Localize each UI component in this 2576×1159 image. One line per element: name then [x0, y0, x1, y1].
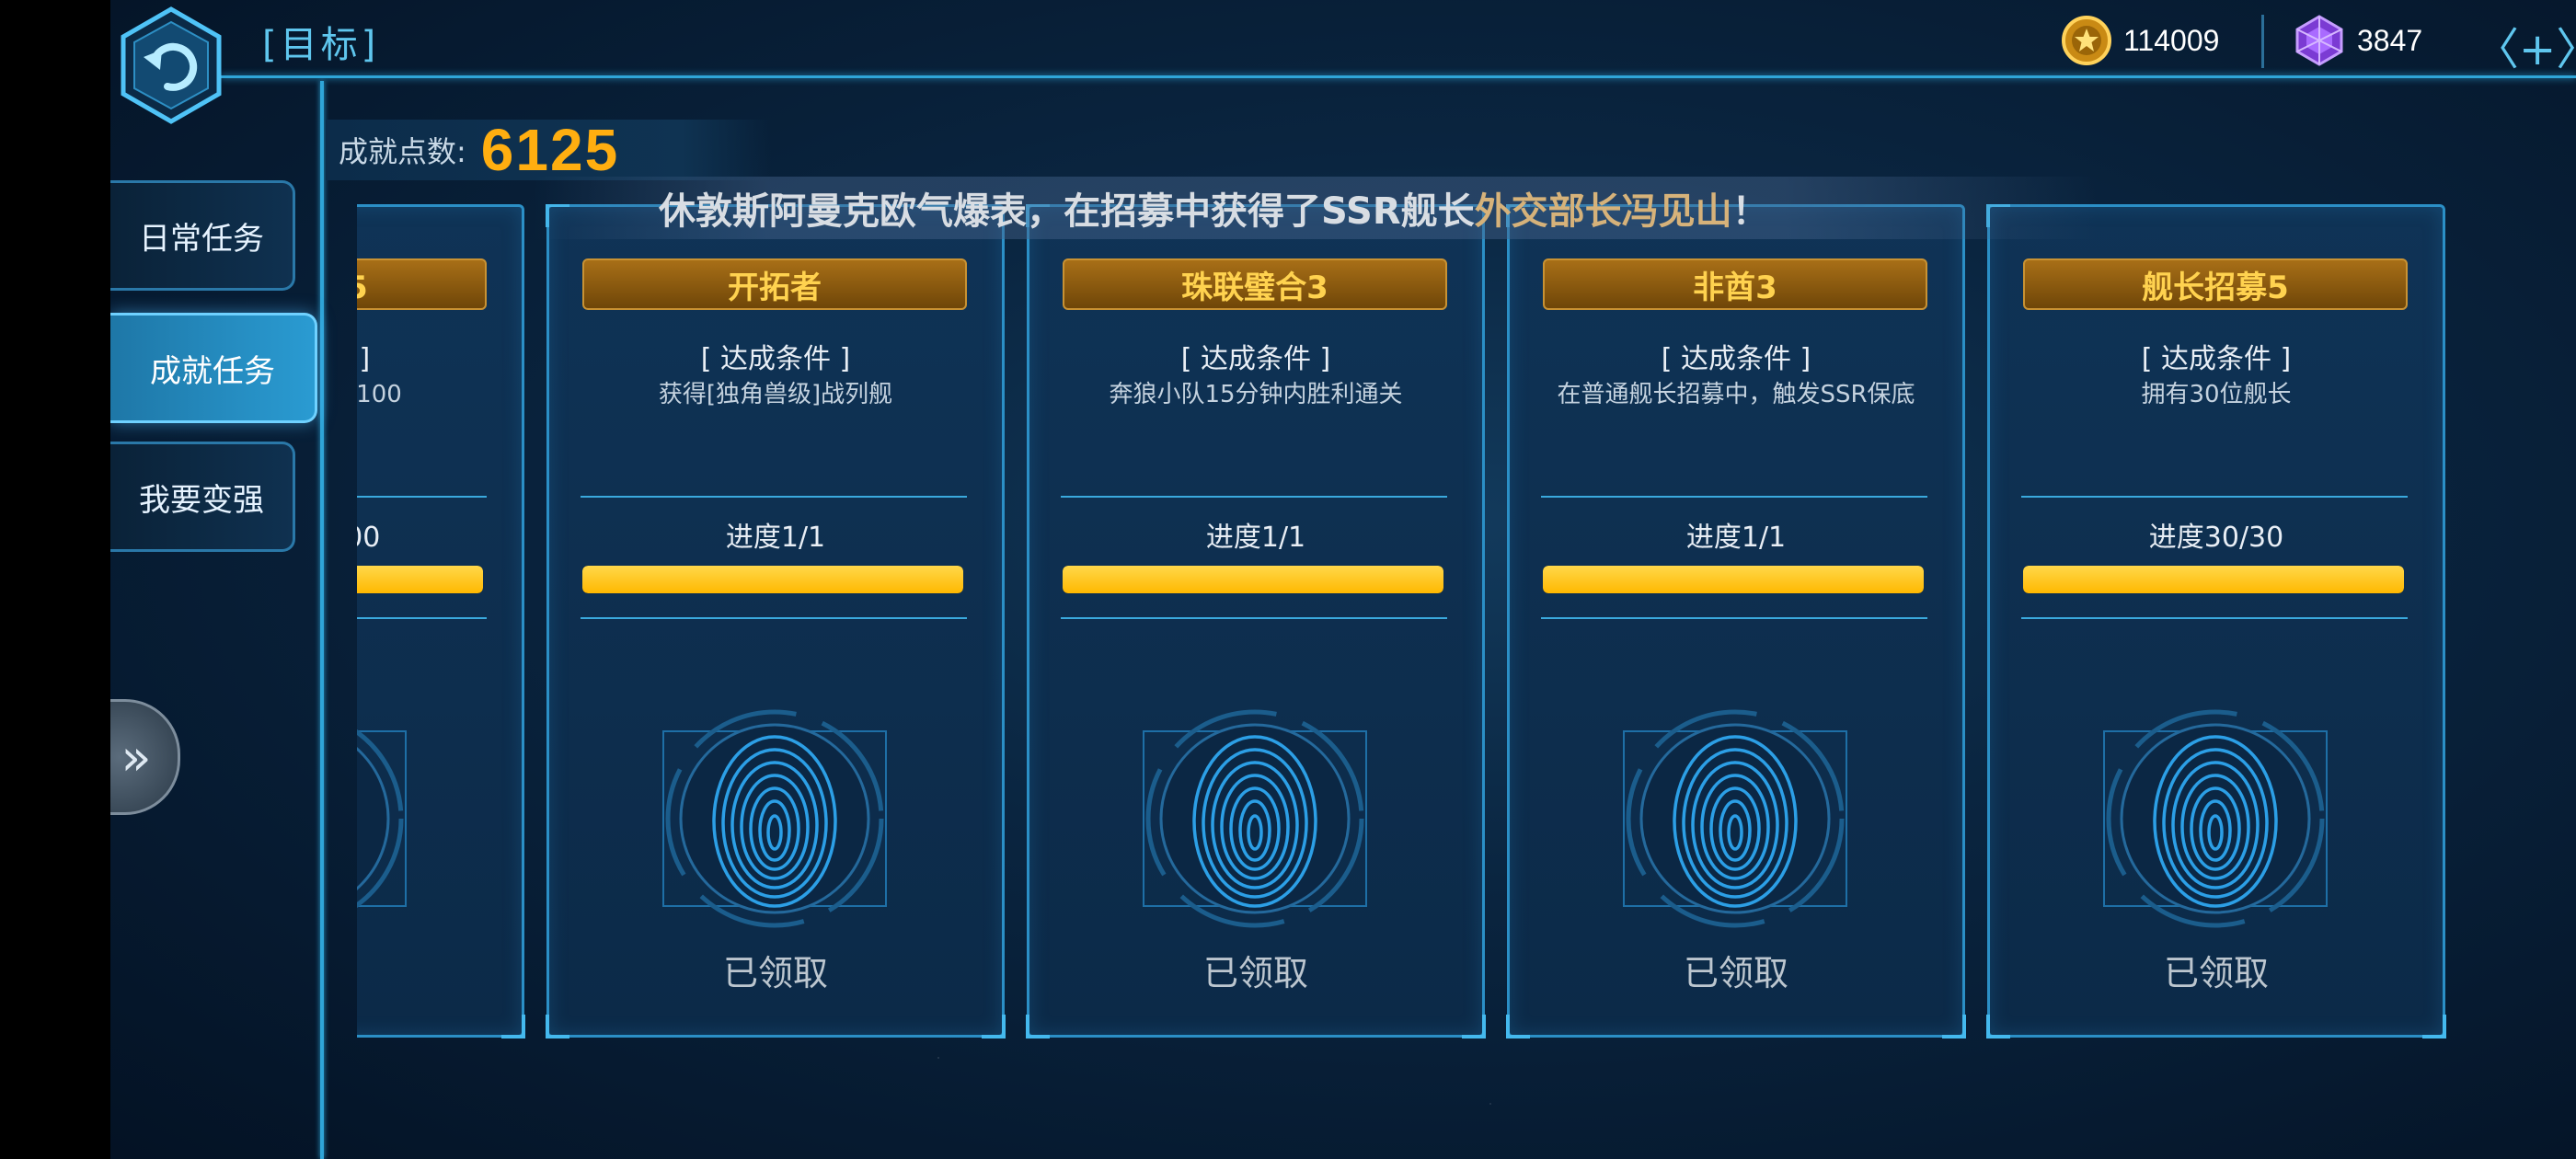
- progress-bar-fill: [2023, 566, 2404, 593]
- card-corner-accent: [1462, 1015, 1486, 1039]
- card-divider: [2021, 617, 2408, 619]
- claimed-status: 已领取: [722, 953, 828, 993]
- fingerprint-icon: [1623, 709, 1847, 928]
- claimed-status: 已领取: [357, 945, 522, 995]
- card-title-text: 舰长招募5: [2142, 269, 2289, 306]
- card-corner-accent: [501, 1015, 525, 1039]
- card-corner-accent: [1942, 1015, 1966, 1039]
- top-bar: [目标] 114009 3847 〈+〉: [110, 0, 2576, 124]
- card-title: 非酋3: [1543, 258, 1927, 310]
- progress-text: 进度30/30: [2148, 522, 2284, 554]
- achievement-points-label: 成就点数:: [339, 134, 466, 169]
- progress-bar: [1543, 566, 1924, 593]
- sidebar-tab-achievement-tasks[interactable]: 成就任务: [110, 313, 317, 423]
- card-divider: [581, 617, 967, 619]
- card-title: 珠联璧合3: [1063, 258, 1447, 310]
- fingerprint-icon: [662, 709, 887, 928]
- condition-header: [ 达成条件 ]: [2141, 343, 2292, 375]
- card-title: 舰长养成5: [357, 258, 487, 310]
- gold-coin-icon: [2062, 16, 2111, 65]
- achievement-card: 非酋3 [ 达成条件 ] 在普通舰长招募中，触发SSR保底 进度1/1 已领取: [1506, 204, 1966, 1039]
- card-divider: [2021, 496, 2408, 498]
- condition-text: 获得[独角兽级]战列舰: [658, 381, 893, 408]
- sidebar-tab-label: 日常任务: [139, 220, 264, 258]
- resource-divider: [2261, 15, 2264, 68]
- page-title: [目标]: [262, 24, 380, 66]
- claimed-status: 已领取: [1683, 953, 1788, 993]
- card-corner-accent: [1506, 1015, 1530, 1039]
- card-corner-accent: [982, 1015, 1006, 1039]
- condition-header: [ 达成条件 ]: [357, 343, 371, 375]
- card-corner-accent: [1986, 1015, 2010, 1039]
- card-title-text: 开拓者: [728, 269, 822, 306]
- sidebar-tab-label: 成就任务: [150, 352, 275, 390]
- gem-amount: 3847: [2357, 23, 2423, 57]
- card-title: 舰长招募5: [2023, 258, 2408, 310]
- fingerprint-icon: [2103, 709, 2328, 928]
- card-title-text: 舰长养成5: [357, 262, 368, 307]
- progress-bar-fill: [1543, 566, 1924, 593]
- claimed-status: 已领取: [2163, 953, 2269, 993]
- ticker-text-suffix: ！: [1731, 190, 1769, 233]
- purple-gem-icon: [2295, 15, 2343, 66]
- fingerprint-icon: [357, 729, 407, 909]
- condition-header: [ 达成条件 ]: [1180, 343, 1331, 375]
- sidebar-tab-get-stronger[interactable]: 我要变强: [110, 442, 295, 552]
- card-divider: [357, 617, 487, 619]
- achievement-points-value: 6125: [480, 117, 620, 183]
- progress-bar: [582, 566, 963, 593]
- ticker-message: 休敦斯阿曼克欧气爆表，在招募中获得了SSR舰长外交部长冯见山！: [659, 181, 1769, 235]
- back-button[interactable]: [116, 6, 226, 125]
- card-divider: [357, 496, 487, 498]
- sidebar-tab-label: 我要变强: [139, 481, 264, 519]
- ticker-highlight-name: 外交部长冯见山: [1474, 190, 1732, 233]
- game-background: [目标] 114009 3847 〈+〉 日常任务 成就任务: [110, 0, 2576, 1159]
- progress-text: 进度100/100: [357, 522, 381, 554]
- ticker-text-main: 休敦斯阿曼克欧气爆表，在招募中获得了SSR舰长: [659, 190, 1475, 233]
- add-currency-button[interactable]: 〈+〉: [2475, 13, 2576, 77]
- achievement-card-list[interactable]: 舰长养成5 [ 达成条件 ] 舰长总星级达到100 进度100/100 已领取: [357, 204, 2576, 1041]
- progress-text: 进度1/1: [725, 522, 826, 554]
- achievement-card: 舰长养成5 [ 达成条件 ] 舰长总星级达到100 进度100/100 已领取: [357, 204, 525, 1039]
- gold-amount: 114009: [2123, 23, 2220, 57]
- progress-bar-fill: [1063, 566, 1443, 593]
- card-title: 开拓者: [582, 258, 967, 310]
- broadcast-ticker: 休敦斯阿曼克欧气爆表，在招募中获得了SSR舰长外交部长冯见山！: [534, 177, 2098, 239]
- card-divider: [1061, 617, 1447, 619]
- progress-bar: [1063, 566, 1443, 593]
- sidebar-divider: [320, 81, 324, 1159]
- condition-text: 奔狼小队15分钟内胜利通关: [1109, 381, 1403, 408]
- progress-bar-fill: [357, 566, 483, 593]
- card-divider: [581, 496, 967, 498]
- progress-bar: [2023, 566, 2404, 593]
- progress-bar-fill: [582, 566, 963, 593]
- condition-header: [ 达成条件 ]: [700, 343, 851, 375]
- fingerprint-icon: [1143, 709, 1367, 928]
- card-title-text: 珠联璧合3: [1181, 269, 1328, 306]
- achievement-card: 珠联璧合3 [ 达成条件 ] 奔狼小队15分钟内胜利通关 进度1/1 已领取: [1026, 204, 1486, 1039]
- achievement-card: 开拓者 [ 达成条件 ] 获得[独角兽级]战列舰 进度1/1 已领取: [546, 204, 1006, 1039]
- achievement-card: 舰长招募5 [ 达成条件 ] 拥有30位舰长 进度30/30 已领取: [1986, 204, 2446, 1039]
- progress-text: 进度1/1: [1685, 522, 1787, 554]
- condition-text: 拥有30位舰长: [2141, 381, 2292, 408]
- card-corner-accent: [546, 1015, 569, 1039]
- card-divider: [1061, 496, 1447, 498]
- sidebar-tab-daily-tasks[interactable]: 日常任务: [110, 180, 295, 291]
- achievement-points-panel: 成就点数: 6125: [326, 117, 771, 183]
- top-divider: [221, 75, 2576, 78]
- gem-counter: 3847: [2293, 13, 2422, 68]
- claimed-status: 已领取: [1202, 953, 1308, 993]
- double-chevron-right-icon: »: [121, 728, 152, 786]
- condition-text: 在普通舰长招募中，触发SSR保底: [1557, 381, 1915, 408]
- card-divider: [1541, 617, 1927, 619]
- progress-bar: [357, 566, 483, 593]
- gold-counter: 114009: [2061, 13, 2219, 68]
- condition-header: [ 达成条件 ]: [1661, 343, 1811, 375]
- condition-text: 舰长总星级达到100: [357, 381, 402, 408]
- card-corner-accent: [2422, 1015, 2446, 1039]
- card-corner-accent: [1026, 1015, 1050, 1039]
- card-title-text: 非酋3: [1693, 269, 1777, 306]
- progress-text: 进度1/1: [1205, 522, 1306, 554]
- card-divider: [1541, 496, 1927, 498]
